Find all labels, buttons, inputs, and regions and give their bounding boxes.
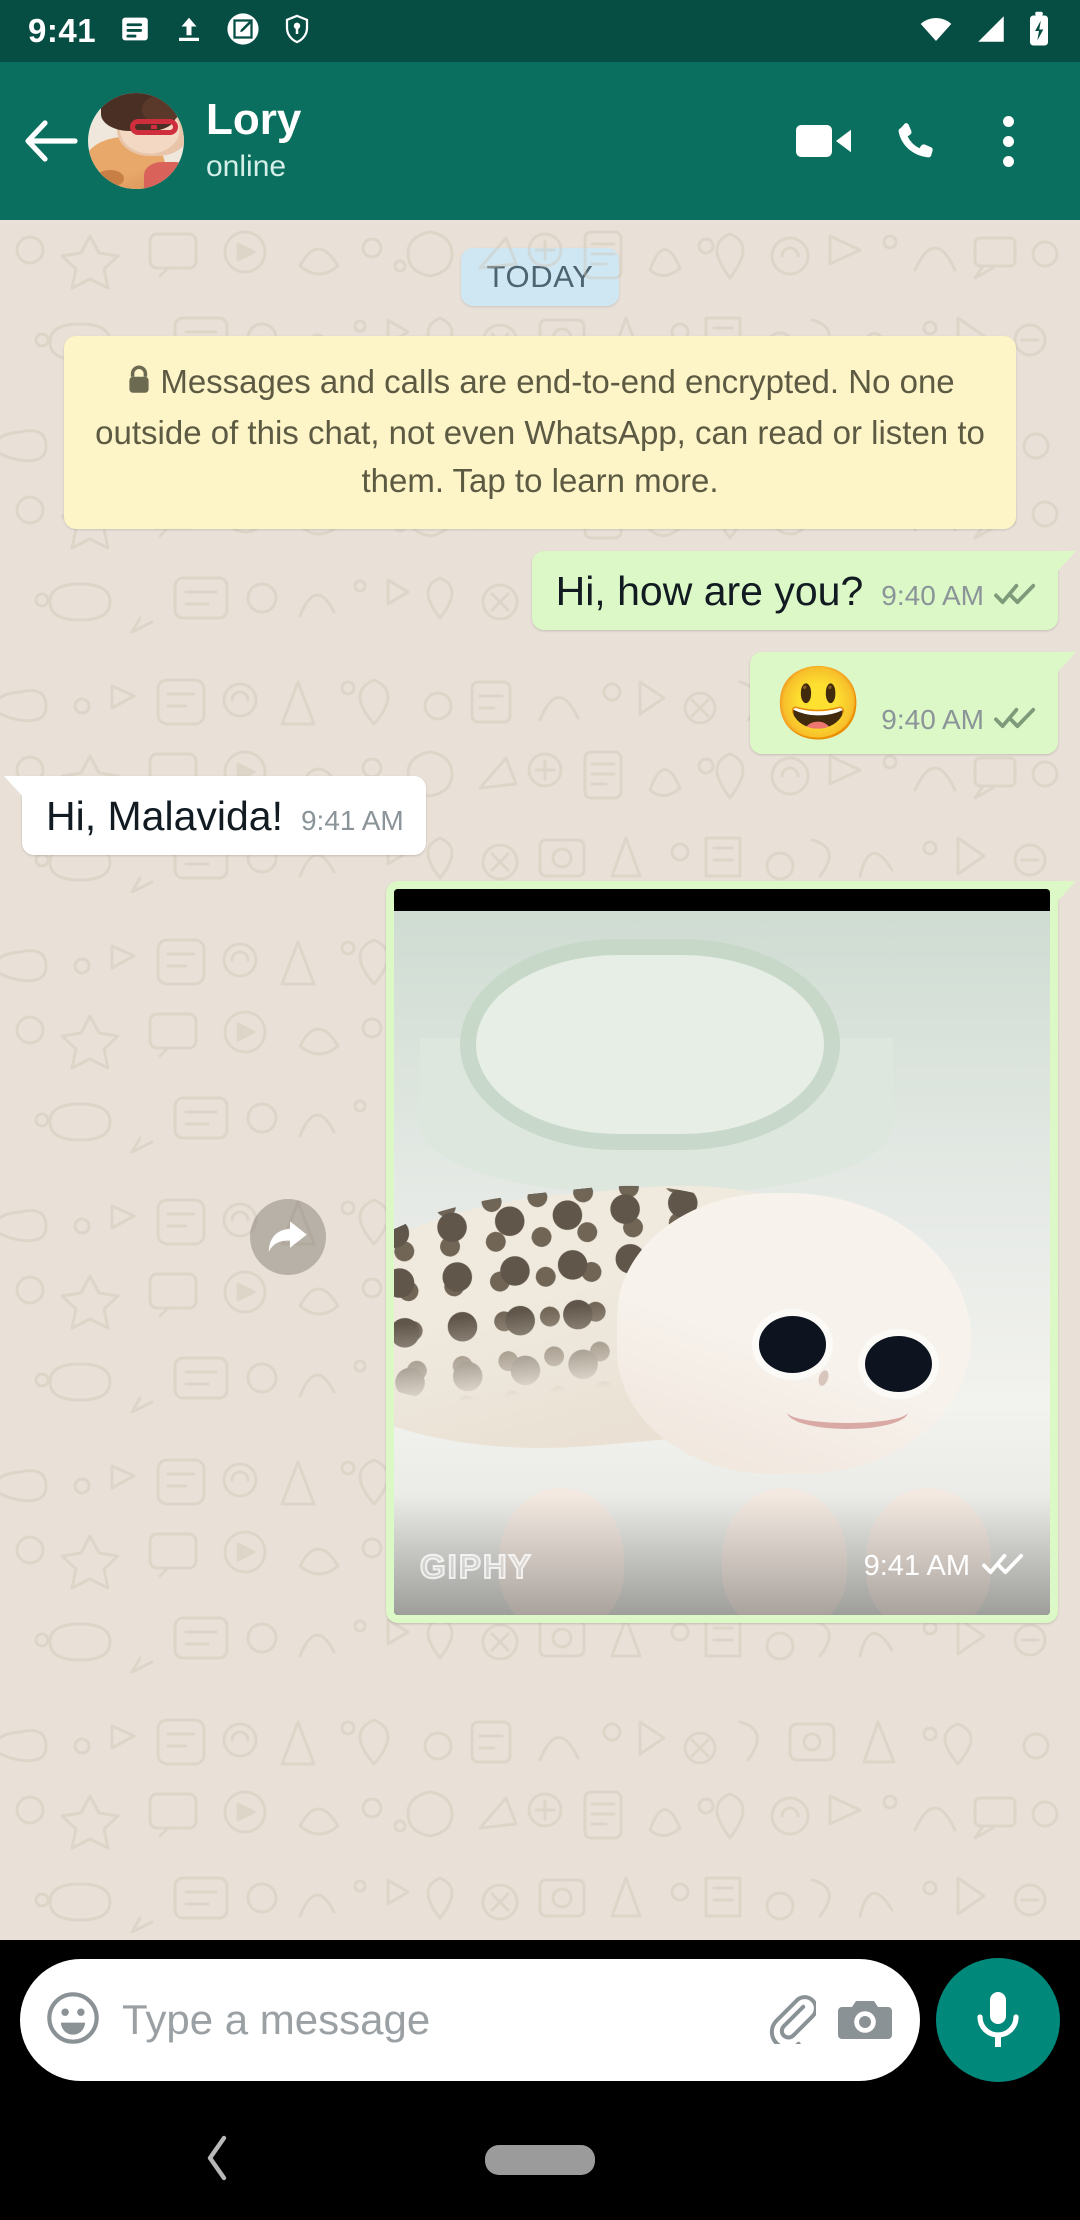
- message-time: 9:41 AM: [863, 1550, 970, 1583]
- contact-name: Lory: [206, 95, 302, 145]
- lock-icon: [125, 361, 153, 409]
- encryption-notice-row: Messages and calls are end-to-end encryp…: [0, 336, 1080, 529]
- app-bar-actions: [778, 95, 1054, 187]
- gecko-gif-image: [394, 888, 1050, 1615]
- message-bubble[interactable]: 😃 9:40 AM: [749, 651, 1077, 754]
- more-options-button[interactable]: [962, 95, 1054, 187]
- voice-record-button[interactable]: [936, 1958, 1060, 2082]
- contact-presence: online: [206, 150, 287, 183]
- message-bubble[interactable]: Hi, Malavida! 9:41 AM: [4, 775, 426, 855]
- app-bar: Lory online: [0, 62, 1080, 220]
- cellular-signal-icon: [972, 12, 1010, 51]
- gif-preview[interactable]: GIPHY 9:41 AM: [394, 888, 1050, 1615]
- gecko-smile: [787, 1395, 908, 1430]
- encryption-notice[interactable]: Messages and calls are end-to-end encryp…: [64, 336, 1016, 529]
- wifi-icon: [916, 12, 956, 51]
- status-bar-left: 9:41: [28, 12, 312, 51]
- whatsapp-chat-screen: 9:41 Lory online TODAY Messages and call…: [0, 0, 1080, 2220]
- message-time: 9:40 AM: [881, 703, 984, 735]
- avatar[interactable]: [88, 93, 184, 189]
- gif-letterbox-top: [394, 888, 1050, 911]
- message-time: 9:40 AM: [881, 579, 984, 611]
- screenshot-edit-icon: [226, 12, 260, 51]
- gecko-eye: [864, 1336, 933, 1393]
- vpn-key-shield-icon: [282, 13, 312, 50]
- gif-meta: 9:41 AM: [864, 1550, 1024, 1583]
- kebab-icon: [1002, 115, 1014, 167]
- gif-footer: GIPHY 9:41 AM: [394, 1519, 1050, 1615]
- status-bar-right: [916, 11, 1052, 52]
- avatar-shirt: [143, 162, 184, 189]
- camera-icon[interactable]: [838, 1993, 892, 2048]
- message-bubble[interactable]: Hi, how are you? 9:40 AM: [531, 550, 1077, 630]
- nav-back-button[interactable]: [204, 2134, 232, 2187]
- upload-arrow-icon: [174, 12, 204, 51]
- giphy-attribution: GIPHY: [419, 1547, 533, 1586]
- status-bar-clock: 9:41: [28, 12, 97, 49]
- microphone-icon: [977, 1992, 1019, 2047]
- read-receipt-double-check-icon: [982, 1551, 1024, 1582]
- composer-bar: Type a message: [0, 1940, 1080, 2100]
- message-time: 9:41 AM: [300, 804, 404, 836]
- message-meta: 9:40 AM: [881, 704, 1036, 740]
- message-text: Hi, how are you?: [555, 567, 864, 614]
- gif-message-bubble[interactable]: GIPHY 9:41 AM: [386, 880, 1076, 1623]
- message-emoji: 😃: [773, 663, 864, 744]
- nav-home-pill[interactable]: [485, 2145, 595, 2175]
- gecko-head: [617, 1192, 972, 1475]
- message-meta: 9:40 AM: [881, 580, 1036, 616]
- paperclip-icon[interactable]: [764, 1992, 818, 2050]
- read-receipt-double-check-icon: [994, 705, 1036, 736]
- status-bar: 9:41: [0, 0, 1080, 62]
- message-meta: 9:41 AM: [301, 805, 404, 841]
- notes-notification-icon: [118, 12, 152, 51]
- video-call-button[interactable]: [778, 95, 870, 187]
- encryption-notice-text: Messages and calls are end-to-end encryp…: [95, 363, 985, 499]
- message-input[interactable]: Type a message: [122, 1999, 742, 2041]
- read-receipt-double-check-icon: [994, 581, 1036, 612]
- emoji-icon[interactable]: [46, 1991, 100, 2050]
- back-button[interactable]: [18, 108, 84, 174]
- gif-bowl-rim: [459, 939, 841, 1151]
- composer[interactable]: Type a message: [20, 1959, 920, 2081]
- voice-call-button[interactable]: [870, 95, 962, 187]
- battery-charging-icon: [1026, 11, 1052, 52]
- message-list[interactable]: TODAY Messages and calls are end-to-end …: [0, 220, 1080, 1940]
- message-text: Hi, Malavida!: [46, 792, 283, 839]
- message-row-outgoing-gif: GIPHY 9:41 AM: [0, 880, 1080, 1623]
- contact-header[interactable]: Lory online: [206, 96, 778, 185]
- forward-button[interactable]: [250, 1198, 326, 1275]
- avatar-glasses: [130, 118, 179, 136]
- gecko-nostril: [816, 1368, 831, 1387]
- system-navigation-bar: [0, 2100, 1080, 2220]
- gecko-eye: [758, 1316, 827, 1373]
